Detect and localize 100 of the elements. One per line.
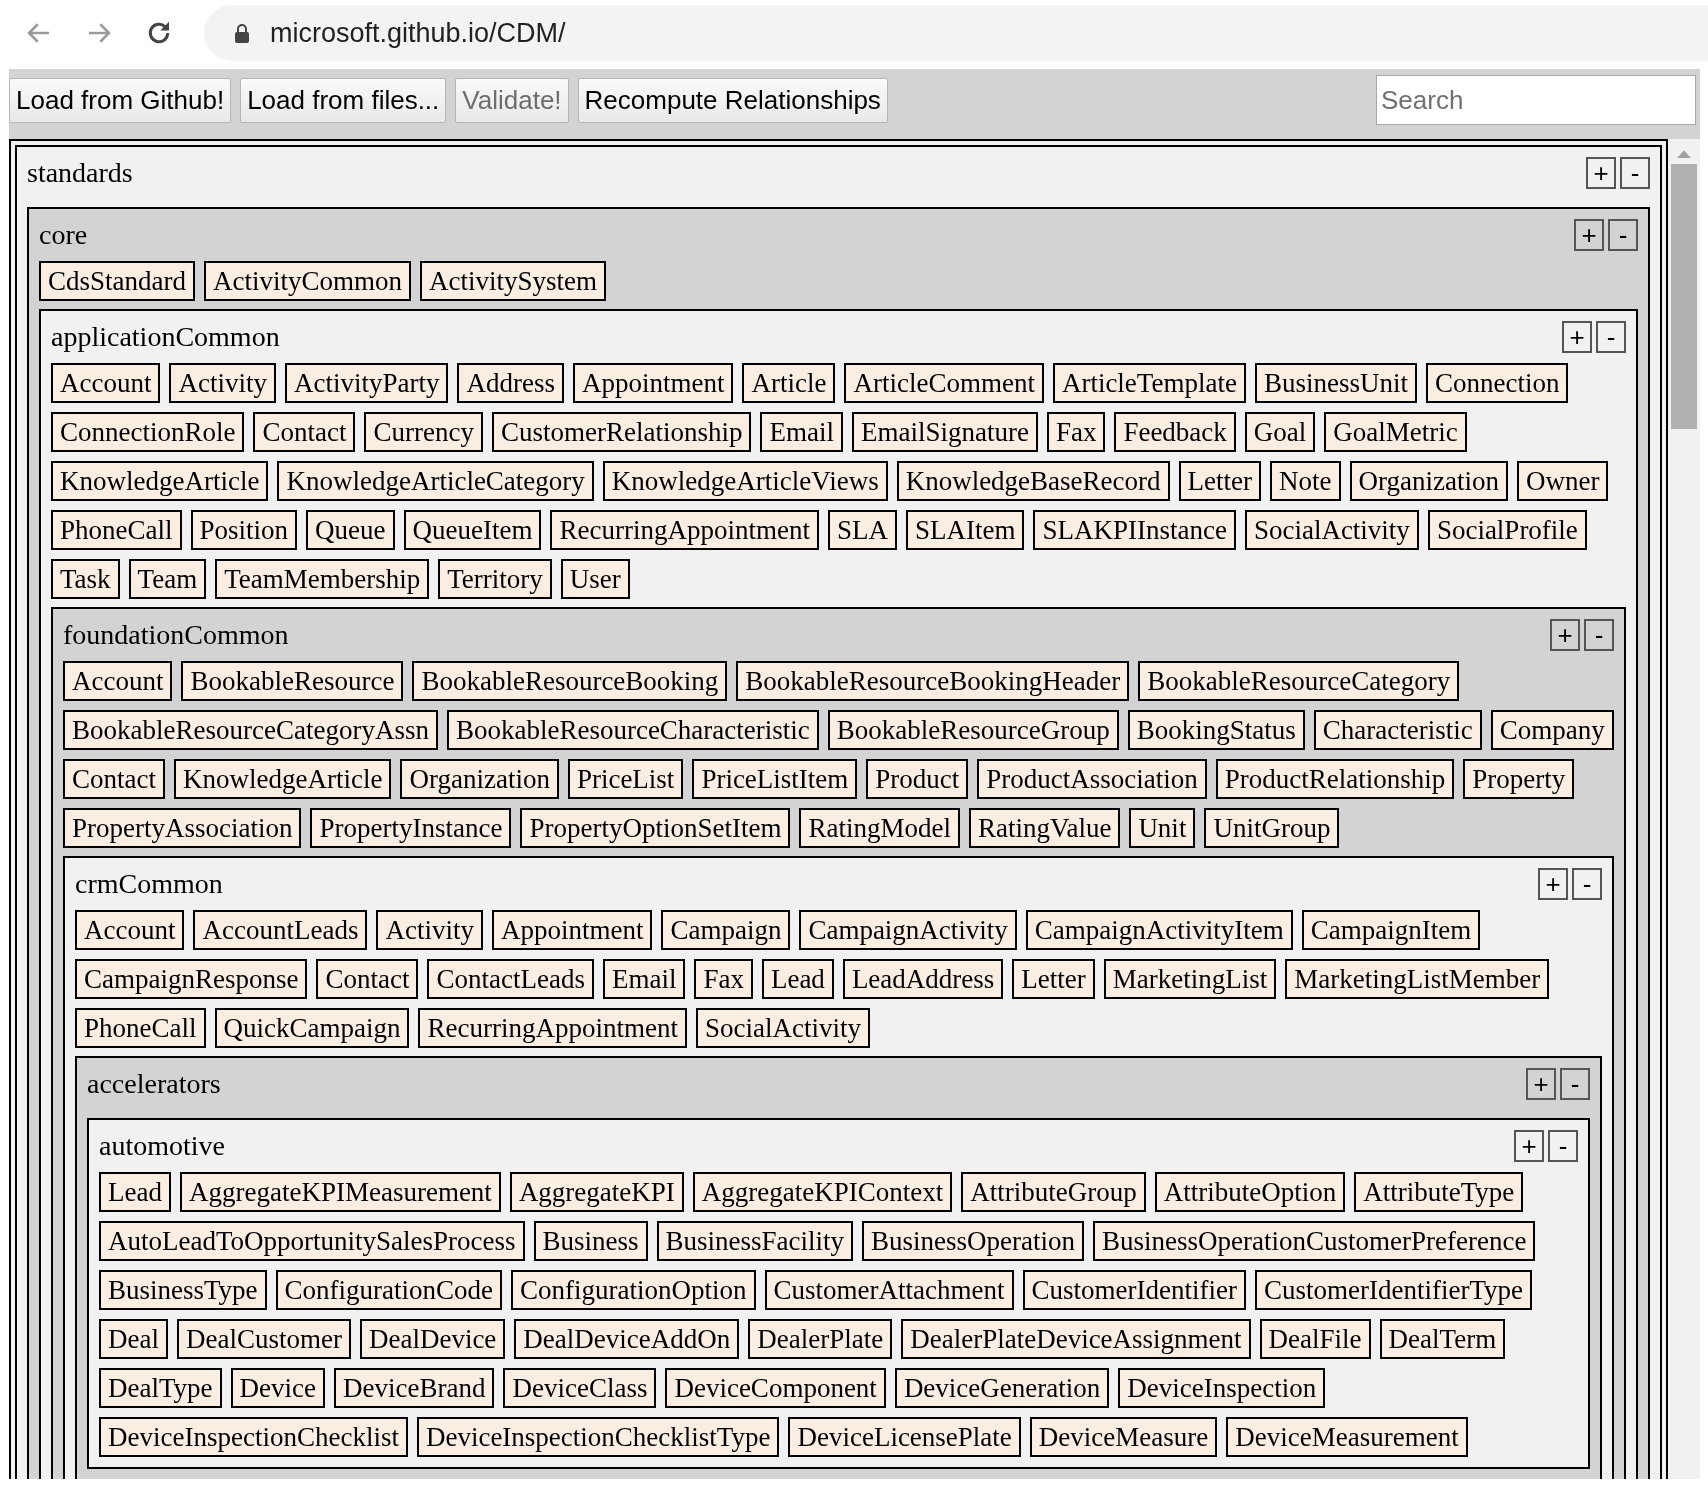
entity-tag[interactable]: SocialActivity — [695, 1008, 870, 1048]
entity-tag[interactable]: DeviceBrand — [334, 1368, 495, 1408]
entity-tag[interactable]: Appointment — [572, 363, 734, 403]
entity-tag[interactable]: SocialActivity — [1244, 510, 1419, 550]
entity-tag[interactable]: BusinessOperation — [862, 1221, 1085, 1261]
entity-tag[interactable]: BusinessOperationCustomerPreference — [1093, 1221, 1536, 1261]
entity-tag[interactable]: KnowledgeArticle — [174, 759, 392, 799]
entity-tag[interactable]: ArticleTemplate — [1052, 363, 1246, 403]
entity-tag[interactable]: DeviceInspectionChecklistType — [416, 1417, 780, 1457]
entity-tag[interactable]: Company — [1490, 710, 1614, 750]
entity-tag[interactable]: Organization — [1349, 461, 1508, 501]
expand-button[interactable]: + — [1586, 157, 1616, 189]
entity-tag[interactable]: ConfigurationOption — [511, 1270, 756, 1310]
entity-tag[interactable]: PriceListItem — [692, 759, 858, 799]
entity-tag[interactable]: SLAItem — [905, 510, 1025, 550]
entity-tag[interactable]: QuickCampaign — [214, 1008, 410, 1048]
entity-tag[interactable]: TeamMembership — [215, 559, 430, 599]
toolbar-button[interactable]: Load from Github! — [9, 77, 232, 123]
entity-tag[interactable]: BookingStatus — [1127, 710, 1305, 750]
entity-tag[interactable]: Note — [1270, 461, 1341, 501]
entity-tag[interactable]: DealerPlate — [748, 1319, 893, 1359]
entity-tag[interactable]: Appointment — [491, 910, 653, 950]
entity-tag[interactable]: Device — [230, 1368, 325, 1408]
entity-tag[interactable]: DealerPlateDeviceAssignment — [901, 1319, 1251, 1359]
entity-tag[interactable]: Fax — [694, 959, 753, 999]
entity-tag[interactable]: ArticleComment — [844, 363, 1044, 403]
entity-tag[interactable]: BusinessType — [99, 1270, 267, 1310]
entity-tag[interactable]: Campaign — [661, 910, 791, 950]
entity-tag[interactable]: UnitGroup — [1204, 808, 1340, 848]
entity-tag[interactable]: DealDeviceAddOn — [514, 1319, 740, 1359]
entity-tag[interactable]: CustomerAttachment — [764, 1270, 1014, 1310]
entity-tag[interactable]: CustomerRelationship — [491, 412, 752, 452]
entity-tag[interactable]: Article — [742, 363, 836, 403]
entity-tag[interactable]: KnowledgeBaseRecord — [896, 461, 1170, 501]
entity-tag[interactable]: AccountLeads — [193, 910, 368, 950]
entity-tag[interactable]: SLAKPIInstance — [1033, 510, 1236, 550]
entity-tag[interactable]: DeviceMeasurement — [1226, 1417, 1468, 1457]
collapse-button[interactable]: - — [1572, 868, 1602, 900]
entity-tag[interactable]: KnowledgeArticleViews — [602, 461, 888, 501]
entity-tag[interactable]: PriceList — [567, 759, 684, 799]
entity-tag[interactable]: PhoneCall — [75, 1008, 206, 1048]
expand-button[interactable]: + — [1562, 321, 1592, 353]
entity-tag[interactable]: BusinessUnit — [1254, 363, 1417, 403]
entity-tag[interactable]: BookableResourceCharacteristic — [446, 710, 819, 750]
entity-tag[interactable]: Goal — [1244, 412, 1316, 452]
entity-tag[interactable]: Fax — [1046, 412, 1106, 452]
entity-tag[interactable]: KnowledgeArticleCategory — [277, 461, 594, 501]
entity-tag[interactable]: MarketingListMember — [1285, 959, 1550, 999]
entity-tag[interactable]: Contact — [316, 959, 419, 999]
entity-tag[interactable]: DealDevice — [359, 1319, 506, 1359]
entity-tag[interactable]: Address — [457, 363, 564, 403]
entity-tag[interactable]: Feedback — [1114, 412, 1236, 452]
entity-tag[interactable]: CdsStandard — [39, 261, 195, 301]
entity-tag[interactable]: DeviceInspection — [1118, 1368, 1326, 1408]
entity-tag[interactable]: BookableResourceCategoryAssn — [63, 710, 438, 750]
entity-tag[interactable]: DealCustomer — [176, 1319, 351, 1359]
entity-tag[interactable]: ProductRelationship — [1215, 759, 1455, 799]
entity-tag[interactable]: Unit — [1129, 808, 1196, 848]
entity-tag[interactable]: CampaignActivity — [799, 910, 1017, 950]
entity-tag[interactable]: BookableResourceBookingHeader — [736, 661, 1130, 701]
scrollbar-thumb[interactable] — [1671, 164, 1697, 429]
entity-tag[interactable]: Organization — [400, 759, 559, 799]
entity-tag[interactable]: CampaignResponse — [75, 959, 308, 999]
scroll-up-icon[interactable] — [1677, 149, 1691, 158]
toolbar-button[interactable]: Load from files... — [240, 77, 447, 123]
expand-button[interactable]: + — [1526, 1068, 1556, 1100]
entity-tag[interactable]: DeviceComponent — [665, 1368, 886, 1408]
entity-tag[interactable]: Letter — [1178, 461, 1262, 501]
entity-tag[interactable]: AttributeType — [1354, 1172, 1524, 1212]
entity-tag[interactable]: ActivityParty — [284, 363, 449, 403]
entity-tag[interactable]: MarketingList — [1103, 959, 1277, 999]
entity-tag[interactable]: SocialProfile — [1427, 510, 1587, 550]
entity-tag[interactable]: ActivitySystem — [420, 261, 606, 301]
entity-tag[interactable]: BookableResource — [181, 661, 404, 701]
entity-tag[interactable]: SLA — [827, 510, 897, 550]
entity-tag[interactable]: Characteristic — [1313, 710, 1482, 750]
entity-tag[interactable]: Email — [760, 412, 843, 452]
entity-tag[interactable]: Position — [190, 510, 298, 550]
entity-tag[interactable]: DealTerm — [1379, 1319, 1506, 1359]
entity-tag[interactable]: Email — [602, 959, 686, 999]
entity-tag[interactable]: DeviceLicensePlate — [788, 1417, 1021, 1457]
entity-tag[interactable]: Activity — [169, 363, 276, 403]
entity-tag[interactable]: PropertyInstance — [310, 808, 512, 848]
entity-tag[interactable]: CustomerIdentifier — [1022, 1270, 1246, 1310]
entity-tag[interactable]: CampaignItem — [1301, 910, 1481, 950]
collapse-button[interactable]: - — [1608, 219, 1638, 251]
entity-tag[interactable]: CustomerIdentifierType — [1255, 1270, 1532, 1310]
entity-tag[interactable]: CampaignActivityItem — [1025, 910, 1293, 950]
entity-tag[interactable]: BusinessFacility — [656, 1221, 854, 1261]
collapse-button[interactable]: - — [1620, 157, 1650, 189]
entity-tag[interactable]: ProductAssociation — [977, 759, 1207, 799]
entity-tag[interactable]: KnowledgeArticle — [51, 461, 269, 501]
entity-tag[interactable]: Account — [75, 910, 185, 950]
entity-tag[interactable]: AutoLeadToOpportunitySalesProcess — [99, 1221, 525, 1261]
entity-tag[interactable]: BookableResourceBooking — [412, 661, 728, 701]
entity-tag[interactable]: DeviceGeneration — [894, 1368, 1110, 1408]
entity-tag[interactable]: Deal — [99, 1319, 168, 1359]
entity-tag[interactable]: AttributeGroup — [961, 1172, 1146, 1212]
entity-tag[interactable]: ConnectionRole — [51, 412, 245, 452]
entity-tag[interactable]: DeviceInspectionChecklist — [99, 1417, 408, 1457]
